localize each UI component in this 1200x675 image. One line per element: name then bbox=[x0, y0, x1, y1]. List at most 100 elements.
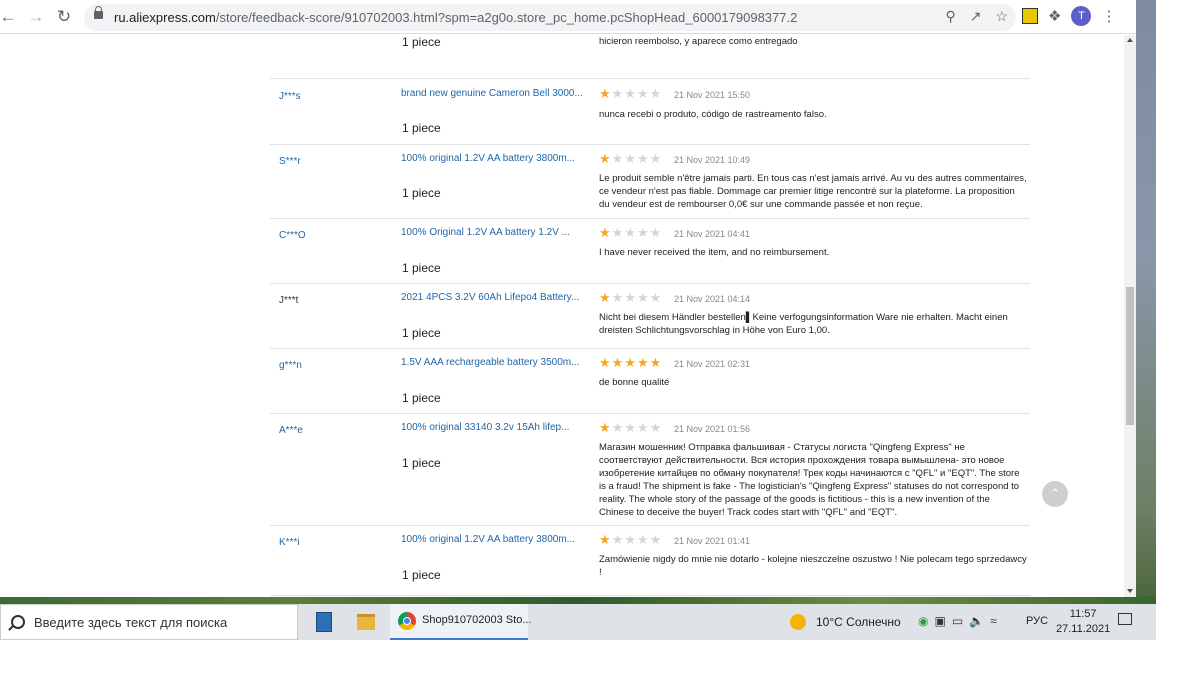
product-link[interactable]: 100% original 1.2V AA battery 3800m... bbox=[401, 153, 575, 164]
calculator-icon bbox=[316, 612, 332, 632]
buyer-name[interactable]: g***n bbox=[279, 360, 302, 371]
buyer-name[interactable]: A***e bbox=[279, 425, 303, 436]
folder-icon bbox=[357, 614, 375, 630]
buyer-name[interactable]: J***t bbox=[279, 295, 298, 306]
zoom-search-icon[interactable]: ⚲ bbox=[945, 8, 955, 25]
star-icon: ★ bbox=[649, 290, 662, 305]
back-arrow-icon[interactable]: ← bbox=[0, 5, 20, 29]
volume-icon[interactable]: 🔈 bbox=[969, 614, 984, 628]
star-icon: ★ bbox=[649, 420, 662, 435]
bookmark-star-icon[interactable]: ☆ bbox=[995, 8, 1008, 25]
review-date: 21 Nov 2021 15:50 bbox=[674, 90, 751, 100]
quantity: 1 piece bbox=[402, 261, 441, 275]
shield-icon[interactable]: ◉ bbox=[918, 614, 928, 628]
star-icon: ★ bbox=[636, 225, 649, 240]
taskbar-search-box[interactable]: Введите здесь текст для поиска bbox=[0, 604, 298, 640]
product-link[interactable]: brand new genuine Cameron Bell 3000... bbox=[401, 88, 583, 99]
network-device-icon[interactable]: ▣ bbox=[934, 614, 945, 628]
url-text[interactable]: ru.aliexpress.com/store/feedback-score/9… bbox=[114, 10, 797, 25]
browser-toolbar: ← → ↻ ru.aliexpress.com/store/feedback-s… bbox=[0, 0, 1136, 34]
taskbar-search-input[interactable]: Введите здесь текст для поиска bbox=[34, 615, 227, 630]
star-icon: ★ bbox=[624, 225, 636, 240]
extension-icon[interactable] bbox=[1022, 8, 1038, 24]
back-to-top-button[interactable]: ⌃ bbox=[1042, 481, 1068, 507]
wifi-icon[interactable]: ≈ bbox=[990, 614, 997, 628]
review-text: es un estafa nunca llegó mi producto, no… bbox=[599, 36, 798, 47]
review-date: 21 Nov 2021 02:31 bbox=[674, 359, 751, 369]
feedback-row: A***e 100% original 33140 3.2v 15Ah lifep… bbox=[270, 413, 1030, 526]
feedback-row: J***t 2021 4PCS 3.2V 60Ah Lifepo4 Battery… bbox=[270, 283, 1030, 349]
menu-kebab-icon[interactable]: ⋮ bbox=[1101, 7, 1116, 25]
buyer-name[interactable]: K***i bbox=[279, 537, 300, 548]
product-link[interactable]: 2021 4PCS 3.2V 60Ah Lifepo4 Battery... bbox=[401, 292, 579, 303]
quantity: 1 piece bbox=[402, 456, 441, 470]
star-icon: ★ bbox=[611, 532, 624, 547]
star-icon: ★ bbox=[624, 290, 636, 305]
star-icon: ★ bbox=[599, 355, 611, 370]
forward-arrow-icon[interactable]: → bbox=[24, 5, 48, 29]
review-date: 21 Nov 2021 04:41 bbox=[674, 229, 751, 239]
lock-icon bbox=[94, 6, 103, 19]
clock-time: 11:57 bbox=[1069, 608, 1097, 620]
quantity: 1 piece bbox=[402, 326, 441, 340]
review-text: Le produit semble n'être jamais parti. E… bbox=[599, 173, 1027, 210]
scroll-up-icon[interactable] bbox=[1127, 38, 1133, 42]
chrome-icon bbox=[398, 612, 416, 630]
star-icon: ★ bbox=[611, 420, 624, 435]
star-icon: ★ bbox=[611, 290, 624, 305]
desktop-wallpaper-strip bbox=[0, 596, 1156, 604]
battery-icon[interactable]: ▭ bbox=[952, 614, 963, 628]
review-text: nunca recebi o produto, código de rastre… bbox=[599, 109, 827, 120]
star-icon: ★ bbox=[624, 86, 636, 101]
star-icon: ★ bbox=[599, 225, 611, 240]
feedback-row: S***r 100% original 1.2V AA battery 3800m… bbox=[270, 144, 1030, 219]
star-icon: ★ bbox=[636, 86, 649, 101]
chrome-task-label: Shop910702003 Sto... bbox=[422, 614, 532, 626]
buyer-name[interactable]: S***r bbox=[279, 156, 301, 167]
star-icon: ★ bbox=[611, 355, 624, 370]
address-bar[interactable]: ru.aliexpress.com/store/feedback-score/9… bbox=[84, 4, 1016, 31]
desktop-wallpaper bbox=[1136, 0, 1156, 640]
star-icon: ★ bbox=[649, 86, 662, 101]
system-tray: ◉ ▣ ▭ 🔈 ≈ bbox=[918, 614, 997, 628]
language-indicator[interactable]: РУС bbox=[1026, 615, 1048, 627]
feedback-page: 1 piece★★★★★es un estafa nunca llegó mi … bbox=[0, 35, 1124, 597]
star-icon: ★ bbox=[611, 225, 624, 240]
puzzle-icon[interactable]: ❖ bbox=[1048, 7, 1061, 25]
star-icon: ★ bbox=[624, 151, 636, 166]
buyer-name[interactable]: J***s bbox=[279, 91, 301, 102]
weather-text[interactable]: 10°C Солнечно bbox=[816, 615, 901, 629]
star-rating: ★ ★ ★ ★ ★ bbox=[599, 532, 661, 547]
calculator-app-button[interactable] bbox=[310, 604, 338, 640]
review-date: 21 Nov 2021 01:56 bbox=[674, 424, 751, 434]
review-date: 21 Nov 2021 01:41 bbox=[674, 536, 751, 546]
buyer-name[interactable]: C***O bbox=[279, 230, 306, 241]
share-icon[interactable]: ↗ bbox=[970, 8, 982, 25]
product-link[interactable]: 100% original 33140 3.2v 15Ah lifep... bbox=[401, 422, 569, 433]
star-icon: ★ bbox=[624, 355, 636, 370]
chrome-taskbar-button[interactable]: Shop910702003 Sto... bbox=[390, 604, 532, 640]
scroll-down-icon[interactable] bbox=[1127, 589, 1133, 593]
product-link[interactable]: 1.5V AAA rechargeable battery 3500m... bbox=[401, 357, 579, 368]
sun-weather-icon[interactable] bbox=[790, 614, 806, 630]
clock[interactable]: 11:57 27.11.2021 bbox=[1056, 607, 1110, 637]
product-link[interactable]: 100% original 1.2V AA battery 3800m... bbox=[401, 534, 575, 545]
profile-avatar[interactable]: T bbox=[1071, 6, 1092, 26]
notification-icon[interactable] bbox=[1118, 613, 1132, 625]
quantity: 1 piece bbox=[402, 121, 441, 135]
review-text: Zamówienie nigdy do mnie nie dotarło - k… bbox=[599, 554, 1027, 578]
quantity: 1 piece bbox=[402, 186, 441, 200]
star-icon: ★ bbox=[636, 532, 649, 547]
star-icon: ★ bbox=[624, 532, 636, 547]
reload-icon[interactable]: ↻ bbox=[52, 5, 76, 29]
star-rating: ★ ★ ★ ★ ★ bbox=[599, 86, 662, 101]
star-icon: ★ bbox=[636, 420, 649, 435]
review-text: I have never received the item, and no r… bbox=[599, 247, 830, 258]
search-icon bbox=[11, 615, 25, 629]
vertical-scrollbar[interactable] bbox=[1124, 35, 1136, 597]
product-link[interactable]: 100% Original 1.2V AA battery 1.2V ... bbox=[401, 227, 570, 238]
review-date: 21 Nov 2021 04:14 bbox=[674, 294, 751, 304]
scroll-thumb[interactable] bbox=[1126, 287, 1134, 425]
file-explorer-button[interactable] bbox=[352, 604, 380, 640]
star-rating: ★ ★ ★ ★ ★ bbox=[599, 290, 662, 305]
